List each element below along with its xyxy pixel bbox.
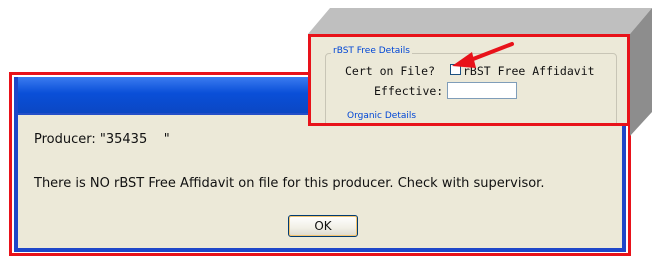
dialog-message: There is NO rBST Free Affidavit on file … (34, 176, 545, 191)
inset-box-top-face (308, 8, 652, 34)
ok-button[interactable]: OK (288, 215, 358, 237)
rbst-affidavit-checkbox[interactable] (450, 64, 461, 75)
rbst-affidavit-label: rBST Free Affidavit (463, 64, 595, 78)
effective-date-input[interactable] (447, 82, 517, 99)
cert-on-file-label: Cert on File? (345, 64, 436, 78)
inset-magnified-panel: rBST Free Details Cert on File? rBST Fre… (308, 34, 630, 126)
effective-label: Effective: (374, 84, 444, 98)
rbst-group-title: rBST Free Details (331, 46, 412, 57)
producer-text: Producer: "35435 " (34, 132, 170, 147)
organic-group-title: Organic Details (347, 111, 417, 121)
